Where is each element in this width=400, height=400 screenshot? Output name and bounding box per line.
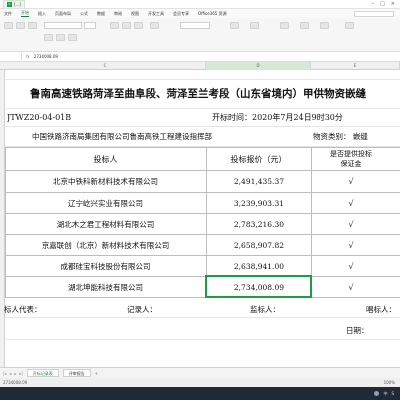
paste-button[interactable] [4,22,13,29]
open-time[interactable]: 开标时间：2020年7月24日9时30分 [212,110,382,124]
table-row-bidder[interactable]: 北京中铁科新材料技术有限公司 [5,171,206,192]
menu-view[interactable]: 视图 [131,11,139,17]
column-header-e[interactable]: E [311,62,400,70]
tenderer-rep-label[interactable]: 标人代表： [4,302,64,316]
status-cell-value: 2734008.09 [3,380,28,385]
input-language[interactable]: 中 [383,391,387,397]
bold-button[interactable] [44,34,53,41]
font-family-select[interactable] [44,22,82,29]
os-taskbar: 中 S [0,387,400,400]
column-header-d[interactable]: D [206,62,311,70]
sheet-nav: |◂ ◂ ▸ ▸| [0,371,23,376]
table-row-price[interactable]: 2,491,435.37 [206,171,284,192]
announcer-label[interactable]: 唱标人： [366,302,400,316]
filter-button[interactable] [300,22,309,29]
organization[interactable]: 中国铁路济南局集团有限公司鲁南高铁工程建设指挥部 [32,129,262,143]
cut-button[interactable] [16,22,25,29]
menu-member[interactable]: 会员专享 [173,11,189,17]
active-cell-selection[interactable] [205,275,312,298]
table-row-guarantee[interactable]: √ [311,214,391,234]
prev-sheet-icon[interactable]: ◂ [9,371,11,376]
first-sheet-icon[interactable]: |◂ [3,371,6,376]
align-center-button[interactable] [122,22,131,29]
menu-insert[interactable]: 插入 [38,11,46,17]
conditional-format-button[interactable] [230,22,239,29]
table-row-price[interactable]: 2,658,907.82 [206,235,284,255]
table-row-bidder[interactable]: 京嘉联创（北京）新材料技术有限公司 [5,235,206,255]
tab-sheet1[interactable]: 开标记录表 [26,369,59,377]
table-style-button[interactable] [250,22,259,29]
material-type[interactable]: 物资类别： 嵌缝 [313,129,400,143]
ribbon-menu: 文件 开始 插入 页面布局 公式 数据 审阅 视图 开发工具 会员专享 Offi… [0,9,400,18]
underline-button[interactable] [68,34,77,41]
menu-file[interactable]: 文件 [4,11,12,17]
window-controls: – □ × [372,1,400,7]
menu-data[interactable]: 数据 [97,11,105,17]
menu-office365[interactable]: Office365 资源 [198,11,227,17]
table-row-guarantee[interactable]: √ [311,235,391,255]
column-headers: C D E [0,62,400,70]
find-button[interactable] [345,22,354,29]
table-row-bidder[interactable]: 成都硅宝科技股份有限公司 [5,256,206,276]
sort-button[interactable] [320,22,329,29]
system-tray: 中 S [374,391,394,397]
align-left-button[interactable] [110,22,119,29]
title-bar: S [...] – □ × [0,0,400,9]
table-row-bidder[interactable]: 湖北坤能科技有限公司 [5,277,206,297]
table-row-bidder[interactable]: 辽宁屹兴实业有限公司 [5,193,206,213]
name-box[interactable] [2,53,22,60]
tab-sheet2[interactable]: 评审报告 [62,369,91,377]
menu-developer[interactable]: 开发工具 [148,11,164,17]
menu-page-layout[interactable]: 页面布局 [55,11,71,17]
table-row-guarantee[interactable]: √ [311,171,391,192]
recorder-label[interactable]: 记录人： [127,302,177,316]
network-icon[interactable] [374,391,380,396]
table-row-bidder[interactable]: 湖北木之君工程材料有限公司 [5,214,206,234]
column-header-c[interactable]: C [5,62,206,70]
last-sheet-icon[interactable]: ▸| [19,371,22,376]
search-input[interactable] [354,10,394,17]
table-row-guarantee[interactable]: √ [311,256,391,276]
next-sheet-icon[interactable]: ▸ [14,371,16,376]
sheet-title[interactable]: 鲁南高速铁路菏泽至曲阜段、菏泽至兰考段（山东省境内）甲供物资嵌缝 [30,86,366,101]
italic-button[interactable] [56,34,65,41]
document-tab-label: [...] [14,2,21,7]
minimize-icon[interactable]: – [372,1,375,7]
menu-formulas[interactable]: 公式 [80,11,88,17]
formula-bar: fx 2734008.09 [0,52,400,62]
number-format-select[interactable] [180,22,210,29]
table-row-guarantee[interactable]: √ [311,193,391,213]
table-row-price[interactable]: 2,783,216.30 [206,214,284,234]
merge-button[interactable] [150,22,159,29]
close-icon[interactable]: × [391,1,395,7]
align-right-button[interactable] [134,22,143,29]
font-size-select[interactable] [84,22,96,29]
function-icon[interactable]: fx [26,54,30,59]
table-row-price[interactable]: 3,239,903.31 [206,193,284,213]
sum-button[interactable] [280,22,289,29]
sheet-tab-bar: |◂ ◂ ▸ ▸| 开标记录表 评审报告 + [0,367,400,378]
toolbar [0,18,400,52]
maximize-icon[interactable]: □ [380,1,385,7]
supervisor-label[interactable]: 监标人： [250,302,300,316]
spreadsheet-icon: S [7,2,12,7]
add-sheet-icon[interactable]: + [95,371,98,376]
formula-input[interactable]: 2734008.09 [34,54,58,59]
spreadsheet-grid[interactable]: C D E 鲁南高速铁路菏泽至曲阜段、菏泽至兰考段（山东省境内）甲供物资嵌缝 J… [0,62,400,367]
header-bidder[interactable]: 投标人 [5,148,206,170]
header-guarantee-line1[interactable]: 是否提供投标 [311,149,391,159]
menu-review[interactable]: 审阅 [114,11,122,17]
status-bar: 2734008.09 100% [0,378,400,387]
ime-indicator[interactable]: S [391,391,394,396]
menu-home[interactable]: 开始 [21,10,29,17]
header-price[interactable]: 投标报价（元） [206,148,311,170]
document-number[interactable]: JTWZ20-04-01B [7,110,127,124]
document-tab[interactable]: S [...] [3,0,25,8]
table-row-guarantee[interactable]: √ [311,277,391,297]
table-row-price[interactable]: 2,638,941.00 [206,256,284,276]
header-guarantee-line2[interactable]: 保证金 [311,159,391,169]
zoom-level[interactable]: 100% [384,380,395,385]
date-label[interactable]: 日期： [346,323,386,337]
copy-button[interactable] [28,22,37,29]
